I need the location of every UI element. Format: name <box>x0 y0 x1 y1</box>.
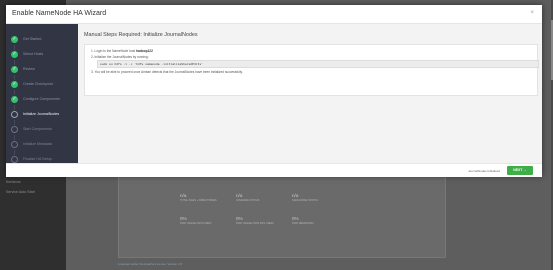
wizard-step[interactable]: ✓ Get Started <box>11 35 77 45</box>
wizard-step-label: Get Started <box>23 37 42 41</box>
check-icon: ✓ <box>11 36 18 43</box>
background-license-link[interactable]: Licensed under the Apache License, Versi… <box>118 262 182 266</box>
instruction-step-3: 3. You will be able to proceed once Amba… <box>91 70 243 74</box>
wizard-step[interactable]: ✓ Configure Components <box>11 95 77 105</box>
modal-header: Enable NameNode HA Wizard × <box>6 5 542 24</box>
background-sidebar-item[interactable]: Kerberos <box>6 180 21 184</box>
background-sidebar-item[interactable]: Service Auto Start <box>6 190 35 194</box>
wizard-step: Initialize JournalNodes <box>11 110 77 120</box>
close-icon[interactable]: × <box>530 10 534 16</box>
check-icon: ✓ <box>11 66 18 73</box>
wizard-step[interactable]: ✓ Review <box>11 65 77 75</box>
background-summary-card <box>118 176 446 258</box>
wizard-modal: Enable NameNode HA Wizard × ✓ Get Started… <box>6 5 542 177</box>
command-box[interactable]: sudo su hdfs -l -c 'hdfs namenode -initi… <box>97 60 539 68</box>
wizard-steps-nav: ✓ Get Started ✓ Select Hosts ✓ Review ✓ Create … <box>6 24 78 163</box>
background-stat: 0% DISK USAGE (NON DFS USED) <box>236 216 274 225</box>
wizard-step-label: Review <box>23 67 35 71</box>
check-icon: ✓ <box>11 96 18 103</box>
wizard-step-label: Create Checkpoint <box>23 82 53 86</box>
instruction-step-1: 1. Login to the NameNode host hadoop122 <box>91 49 153 53</box>
background-stat: 0% DISK USAGE (DFS USED) <box>180 216 212 225</box>
wizard-step: Initialize Metadata <box>11 140 77 150</box>
content-title: Manual Steps Required: Initialize Journa… <box>84 32 198 38</box>
instructions-panel: 1. Login to the NameNode host hadoop122 … <box>84 44 539 96</box>
wizard-step-label: Configure Components <box>23 97 60 101</box>
wizard-step-label: Initialize JournalNodes <box>23 112 60 116</box>
background-stat: n/a UPGRADE STATUS <box>236 193 260 202</box>
next-button[interactable]: NEXT → <box>507 166 533 175</box>
wizard-step[interactable]: ✓ Create Checkpoint <box>11 80 77 90</box>
check-icon: ✓ <box>11 81 18 88</box>
wizard-step-label: Initialize Metadata <box>23 142 52 146</box>
wizard-content: Manual Steps Required: Initialize Journa… <box>78 24 542 163</box>
wizard-step[interactable]: ✓ Select Hosts <box>11 50 77 60</box>
namenode-host: hadoop122 <box>136 49 153 53</box>
circle-icon <box>11 126 18 133</box>
wizard-step: Start Components <box>11 125 77 135</box>
background-stat: n/a TOTAL FILES + DIRECTORIES <box>180 193 217 202</box>
modal-title: Enable NameNode HA Wizard <box>12 10 107 17</box>
circle-icon <box>11 111 18 118</box>
circle-icon <box>11 156 18 163</box>
modal-footer: JournalNodes Initialized NEXT → <box>6 163 542 177</box>
footer-status-text: JournalNodes Initialized <box>468 169 500 173</box>
wizard-step-label: Finalize HA Setup <box>23 157 52 161</box>
circle-icon <box>11 141 18 148</box>
background-stat: 0% DISK REMAINING <box>292 216 314 225</box>
check-icon: ✓ <box>11 51 18 58</box>
wizard-step-label: Select Hosts <box>23 52 44 56</box>
wizard-step-label: Start Components <box>23 127 52 131</box>
instruction-step-2: 2. Initialize the JournalNodes by runnin… <box>91 55 149 59</box>
background-stat: n/a SAFE MODE STATUS <box>292 193 318 202</box>
